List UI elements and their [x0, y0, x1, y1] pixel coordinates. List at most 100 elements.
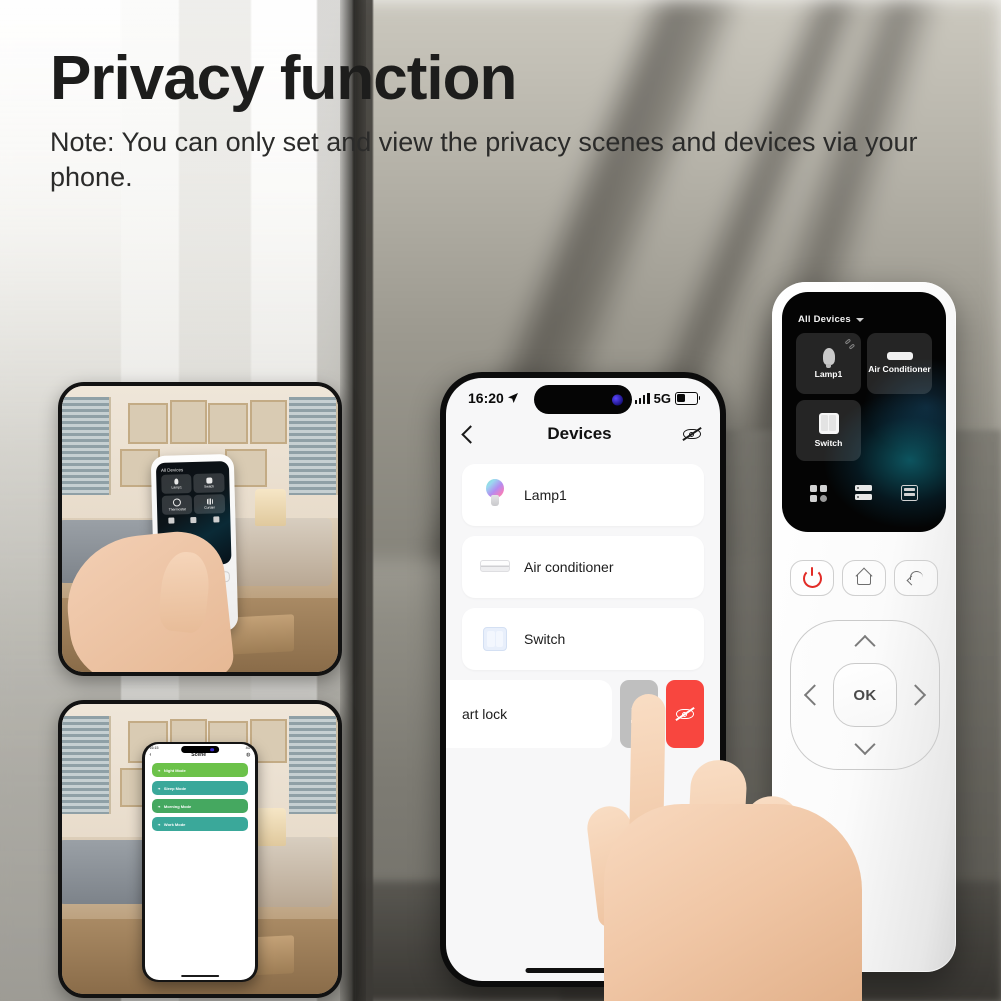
remote-tile-label: Air Conditioner	[868, 364, 931, 375]
remote-device-grid: Lamp1 Air Conditioner Switch	[782, 325, 946, 461]
inset-photo-remote-in-hand: All Devices Lamp1 Switch Thermostat Curt…	[58, 382, 342, 676]
inset-phone-scene-list: ❧ Night Mode ❧ Sleep Mode ❧ Morning Mode	[145, 761, 256, 833]
chevron-up-icon[interactable]	[854, 634, 876, 657]
inset-remote-tile-label: Lamp1	[171, 485, 182, 490]
curtain-icon	[206, 498, 213, 505]
list-icon[interactable]	[855, 485, 873, 501]
remote-top-buttons	[772, 560, 956, 596]
room-window-left	[62, 397, 111, 495]
bulb-icon	[174, 478, 179, 485]
status-time: 16:20	[468, 390, 504, 406]
swiped-row-card[interactable]: art lock	[446, 680, 612, 748]
room-lamp	[255, 488, 286, 527]
device-row-switch[interactable]: Switch	[462, 608, 704, 670]
scene-label: Sleep Mode	[163, 785, 187, 791]
inset-remote-tile: Curtain	[194, 493, 226, 514]
page-note: Note: You can only set and view the priv…	[50, 127, 918, 192]
power-button[interactable]	[790, 560, 834, 596]
device-name: Lamp1	[524, 487, 567, 503]
power-icon	[802, 568, 822, 588]
page-title: Devices	[547, 424, 612, 443]
scene-label: Work Mode	[163, 821, 186, 827]
signal-bars-icon	[634, 392, 650, 404]
chevron-right-icon[interactable]	[904, 684, 927, 706]
remote-screen: All Devices Lamp1 Air Conditioner Switch	[782, 292, 946, 532]
inset-remote-tile-label: Switch	[204, 484, 215, 489]
remote-tile-lamp1[interactable]: Lamp1	[796, 333, 861, 394]
inset-remote-tile: Thermostat	[161, 494, 193, 515]
wall-frame	[128, 403, 169, 445]
room-window-right	[289, 397, 338, 495]
palm	[604, 804, 862, 1001]
remote-filter-label: All Devices	[798, 314, 851, 325]
back-button[interactable]	[461, 424, 480, 444]
device-name: Switch	[524, 631, 566, 647]
device-row-lamp1[interactable]: Lamp1	[462, 464, 704, 526]
back-arrow-icon	[908, 571, 925, 585]
link-icon	[844, 338, 856, 350]
inset-phone-network: 4G	[245, 746, 251, 751]
inset-photo-phone-scenes: 16:15 4G ‹ Scene ◍ ❧ Night Mode ❧ Sleep …	[58, 700, 342, 998]
phone-navbar: Devices	[446, 414, 720, 454]
switch-icon	[205, 477, 213, 484]
home-button[interactable]	[842, 560, 886, 596]
page-title: Privacy function	[50, 44, 517, 113]
dynamic-island	[181, 746, 219, 754]
remote-filter-row[interactable]: All Devices	[782, 292, 946, 325]
location-arrow-icon	[507, 393, 518, 403]
battery-icon	[675, 391, 701, 405]
room-window-right	[289, 715, 338, 815]
eye-slash-icon[interactable]	[682, 426, 702, 442]
device-list: Lamp1 Air conditioner Switch	[446, 454, 720, 670]
inset-phone-statusbar: 16:15 4G	[145, 744, 256, 754]
screenshot-stage: Privacy function Note: You can only set …	[0, 0, 1001, 1001]
scene-icon: ❧	[157, 803, 161, 809]
home-indicator	[181, 974, 219, 977]
color-bulb-icon	[480, 479, 510, 511]
keypad-icon	[213, 516, 220, 523]
device-name: art lock	[462, 706, 508, 722]
device-name: Air conditioner	[524, 559, 614, 575]
room-scene-bottom: 16:15 4G ‹ Scene ◍ ❧ Night Mode ❧ Sleep …	[62, 704, 338, 994]
inset-remote-tile-label: Thermostat	[168, 506, 186, 512]
front-camera	[612, 394, 623, 405]
scene-label: Morning Mode	[163, 803, 192, 809]
thermostat-icon	[173, 498, 182, 507]
scene-item: ❧ Work Mode	[151, 817, 249, 832]
grid-icon	[168, 517, 175, 524]
room-window-left	[62, 715, 111, 815]
scene-icon: ❧	[157, 785, 161, 791]
device-row-air-conditioner[interactable]: Air conditioner	[462, 536, 704, 598]
scene-label: Night Mode	[163, 767, 186, 773]
dynamic-island	[534, 385, 632, 414]
inset-phone-time: 16:15	[149, 746, 159, 751]
scene-item: ❧ Sleep Mode	[151, 781, 249, 796]
scene-item: ❧ Morning Mode	[151, 799, 249, 814]
status-left: 16:20	[468, 390, 519, 406]
keypad-icon[interactable]	[900, 485, 918, 501]
room-lamp	[255, 808, 286, 847]
scene-icon: ❧	[157, 767, 161, 773]
air-conditioner-icon	[886, 352, 913, 361]
chevron-down-icon	[855, 317, 864, 322]
status-right: 5G	[634, 390, 701, 406]
bulb-icon	[822, 347, 835, 368]
back-button[interactable]	[894, 560, 938, 596]
status-network: 5G	[653, 390, 671, 406]
remote-tile-label: Lamp1	[814, 368, 843, 379]
inset-phone-screen: 16:15 4G ‹ Scene ◍ ❧ Night Mode ❧ Sleep …	[144, 744, 256, 980]
wall-switch-icon	[480, 623, 510, 655]
remote-tile-switch[interactable]: Switch	[796, 400, 861, 461]
inset-remote-tile-grid: Lamp1 Switch Thermostat Curtain	[159, 472, 227, 515]
remote-tile-label: Switch	[814, 437, 843, 448]
inset-remote-tile: Switch	[193, 472, 225, 493]
wall-frame	[208, 403, 249, 445]
remote-tile-air-conditioner[interactable]: Air Conditioner	[867, 333, 932, 394]
scene-item: ❧ Night Mode	[151, 763, 249, 778]
air-conditioner-icon	[480, 551, 510, 583]
list-icon	[190, 516, 197, 523]
pointing-hand	[584, 684, 866, 1001]
grid-icon[interactable]	[810, 485, 828, 502]
inset-phone-device: 16:15 4G ‹ Scene ◍ ❧ Night Mode ❧ Sleep …	[142, 741, 258, 983]
remote-bottom-nav	[782, 485, 946, 502]
